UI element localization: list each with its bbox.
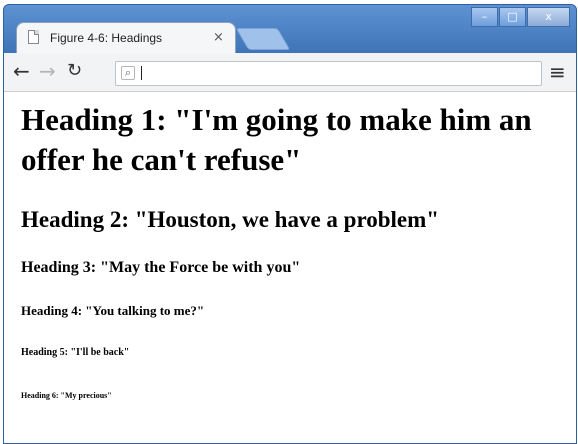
page-icon: [28, 30, 39, 44]
reload-icon[interactable]: ↻: [67, 60, 82, 81]
new-tab-button[interactable]: [235, 28, 291, 50]
minimize-button[interactable]: –: [471, 7, 498, 27]
heading-4: Heading 4: "You talking to me?": [21, 303, 205, 318]
heading-3: Heading 3: "May the Force be with you": [21, 259, 301, 276]
back-arrow-icon[interactable]: ←: [13, 59, 30, 83]
browser-window: Figure 4-6: Headings × – □ x ← → ↻ ⌕ ≡ H…: [3, 4, 577, 444]
browser-toolbar: ← → ↻ ⌕ ≡: [4, 53, 576, 92]
maximize-button[interactable]: □: [499, 7, 526, 27]
title-bar: Figure 4-6: Headings × – □ x: [4, 5, 576, 54]
search-icon: ⌕: [121, 66, 135, 80]
address-bar[interactable]: ⌕: [115, 61, 542, 86]
page-content: Heading 1: "I'm going to make him an off…: [4, 92, 576, 443]
text-caret: [141, 66, 142, 80]
tab-title: Figure 4-6: Headings: [50, 31, 163, 45]
close-window-button[interactable]: x: [527, 7, 570, 27]
forward-arrow-icon[interactable]: →: [39, 59, 56, 83]
window-controls: – □ x: [471, 7, 570, 27]
browser-tab[interactable]: Figure 4-6: Headings ×: [16, 22, 236, 54]
menu-icon[interactable]: ≡: [549, 60, 566, 84]
heading-5: Heading 5: "I'll be back": [21, 347, 130, 358]
heading-6: Heading 6: "My precious": [21, 391, 112, 400]
tab-close-button[interactable]: ×: [213, 30, 224, 45]
heading-2: Heading 2: "Houston, we have a problem": [21, 207, 440, 232]
heading-1: Heading 1: "I'm going to make him an off…: [21, 102, 532, 177]
